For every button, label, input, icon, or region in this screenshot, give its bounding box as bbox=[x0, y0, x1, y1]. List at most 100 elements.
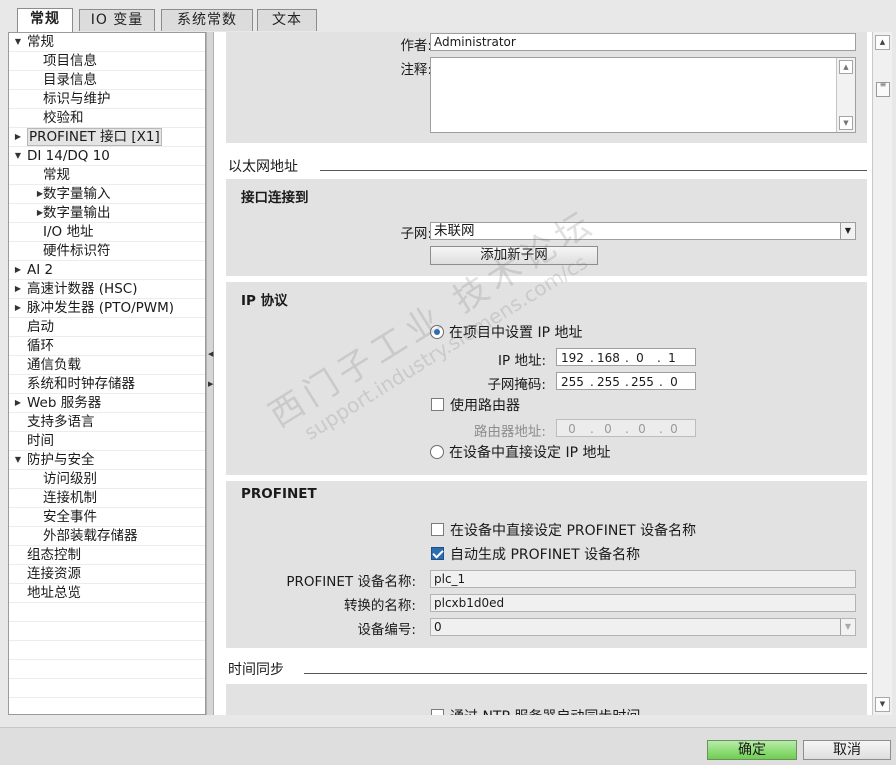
ntp-sync-checkbox[interactable] bbox=[431, 709, 444, 715]
tab-general[interactable]: 常规 bbox=[17, 8, 73, 32]
tree-item[interactable]: 常规 bbox=[9, 166, 205, 185]
chevron-down-icon[interactable]: ▼ bbox=[840, 619, 855, 635]
subnet-value: 未联网 bbox=[434, 223, 475, 239]
tree-item[interactable]: ▶ Web 服务器 bbox=[9, 394, 205, 413]
ip-octet-4: 1 bbox=[668, 351, 676, 365]
scroll-down-icon[interactable]: ▼ bbox=[839, 116, 853, 130]
author-label: 作者: bbox=[400, 38, 432, 54]
tree-item[interactable]: 循环 bbox=[9, 337, 205, 356]
author-field[interactable]: Administrator bbox=[430, 33, 856, 51]
tab-io-tags[interactable]: IO 变量 bbox=[79, 9, 155, 31]
tree-item[interactable]: 安全事件 bbox=[9, 508, 205, 527]
scroll-down-icon[interactable]: ▼ bbox=[875, 697, 890, 712]
time-sync-section-title: 时间同步 bbox=[228, 662, 284, 678]
set-name-on-device-checkbox[interactable] bbox=[431, 523, 444, 536]
scroll-up-icon[interactable]: ▲ bbox=[875, 35, 890, 50]
collapse-right-icon[interactable]: ▶ bbox=[208, 380, 213, 388]
device-name-value: plc_1 bbox=[434, 572, 466, 586]
tree-item[interactable]: 时间 bbox=[9, 432, 205, 451]
tree-item-label: 外部装载存储器 bbox=[43, 528, 138, 544]
tree-item[interactable]: 标识与维护 bbox=[9, 90, 205, 109]
tree-item[interactable]: 组态控制 bbox=[9, 546, 205, 565]
router-octet-4: 0 bbox=[670, 422, 678, 436]
set-ip-on-device-radio[interactable] bbox=[430, 445, 444, 459]
properties-panel: 作者: Administrator 注释: ▲ ▼ 以太网地址 接口连接到 子网… bbox=[214, 32, 872, 715]
tree-item[interactable]: ▼ DI 14/DQ 10 bbox=[9, 147, 205, 166]
tree-item[interactable]: 系统和时钟存储器 bbox=[9, 375, 205, 394]
tree-item[interactable]: 项目信息 bbox=[9, 52, 205, 71]
tree-item-label: AI 2 bbox=[27, 262, 54, 278]
subnet-dropdown[interactable]: 未联网 ▼ bbox=[430, 222, 856, 240]
scrollbar-thumb[interactable]: ≡ bbox=[876, 81, 890, 97]
tree-empty-row bbox=[9, 603, 205, 622]
device-number-dropdown[interactable]: 0 ▼ bbox=[430, 618, 856, 636]
tree-item-label: 校验和 bbox=[43, 110, 84, 126]
tree-item[interactable]: ▶ 脉冲发生器 (PTO/PWM) bbox=[9, 299, 205, 318]
main-scrollbar[interactable]: ▲ ≡ ▼ bbox=[872, 32, 892, 715]
ip-address-field[interactable]: 192 . 168 . 0 . 1 bbox=[556, 348, 696, 366]
tree-item-label: PROFINET 接口 [X1] bbox=[27, 128, 162, 146]
expand-right-icon[interactable]: ▶ bbox=[13, 261, 23, 279]
tree-item[interactable]: ▶ 高速计数器 (HSC) bbox=[9, 280, 205, 299]
tab-texts[interactable]: 文本 bbox=[257, 9, 317, 31]
scroll-up-icon[interactable]: ▲ bbox=[839, 60, 853, 74]
tree-item-label: 硬件标识符 bbox=[43, 243, 111, 259]
tree-item[interactable]: ▶ AI 2 bbox=[9, 261, 205, 280]
tree-empty-row bbox=[9, 641, 205, 660]
device-number-label: 设备编号: bbox=[357, 622, 416, 638]
tree-item[interactable]: 校验和 bbox=[9, 109, 205, 128]
pane-splitter[interactable]: ◀ ▶ bbox=[206, 32, 214, 715]
ok-button[interactable]: 确定 bbox=[707, 740, 797, 760]
expand-down-icon[interactable]: ▼ bbox=[13, 451, 23, 469]
tree-item[interactable]: ▶ 数字量输入 bbox=[9, 185, 205, 204]
interface-network-title: 接口连接到 bbox=[241, 190, 309, 206]
expand-down-icon[interactable]: ▼ bbox=[13, 33, 23, 51]
tree-item-label: 启动 bbox=[27, 319, 54, 335]
set-ip-on-device-label: 在设备中直接设定 IP 地址 bbox=[449, 445, 611, 461]
tree-item[interactable]: 外部装载存储器 bbox=[9, 527, 205, 546]
add-new-subnet-button[interactable]: 添加新子网 bbox=[430, 246, 598, 265]
tree-item[interactable]: 硬件标识符 bbox=[9, 242, 205, 261]
tree-item[interactable]: 通信负载 bbox=[9, 356, 205, 375]
cancel-button[interactable]: 取消 bbox=[803, 740, 891, 760]
tree-item[interactable]: 连接机制 bbox=[9, 489, 205, 508]
tree-item[interactable]: 连接资源 bbox=[9, 565, 205, 584]
ip-octet-2: 168 bbox=[597, 351, 620, 365]
set-name-on-device-label: 在设备中直接设定 PROFINET 设备名称 bbox=[450, 523, 697, 539]
converted-name-field[interactable]: plcxb1d0ed bbox=[430, 594, 856, 612]
tree-item[interactable]: 支持多语言 bbox=[9, 413, 205, 432]
expand-right-icon[interactable]: ▶ bbox=[13, 394, 23, 412]
tree-item[interactable]: 地址总览 bbox=[9, 584, 205, 603]
tab-system-constants[interactable]: 系统常数 bbox=[161, 9, 253, 31]
router-address-field[interactable]: 0 . 0 . 0 . 0 bbox=[556, 419, 696, 437]
tree-item[interactable]: I/O 地址 bbox=[9, 223, 205, 242]
set-ip-in-project-radio[interactable] bbox=[430, 325, 444, 339]
expand-right-icon[interactable]: ▶ bbox=[13, 280, 23, 298]
use-router-checkbox[interactable] bbox=[431, 398, 444, 411]
tree-item[interactable]: 启动 bbox=[9, 318, 205, 337]
comment-scrollbar[interactable]: ▲ ▼ bbox=[836, 58, 855, 132]
tree-item[interactable]: ▶ PROFINET 接口 [X1] bbox=[9, 128, 205, 147]
tree-item[interactable]: ▼ 防护与安全 bbox=[9, 451, 205, 470]
tree-item-label: 连接机制 bbox=[43, 490, 97, 506]
router-address-label: 路由器地址: bbox=[473, 424, 546, 440]
tree-item[interactable]: 目录信息 bbox=[9, 71, 205, 90]
comment-label: 注释: bbox=[400, 62, 432, 78]
expand-right-icon[interactable]: ▶ bbox=[13, 128, 23, 146]
device-name-field[interactable]: plc_1 bbox=[430, 570, 856, 588]
tree-item[interactable]: ▼ 常规 bbox=[9, 33, 205, 52]
ip-address-label: IP 地址: bbox=[498, 353, 546, 369]
comment-textarea[interactable]: ▲ ▼ bbox=[430, 57, 856, 133]
tree-item-label: 时间 bbox=[27, 433, 54, 449]
tree-item[interactable]: ▶ 数字量输出 bbox=[9, 204, 205, 223]
tree-item-label: 组态控制 bbox=[27, 547, 81, 563]
tree-item[interactable]: 访问级别 bbox=[9, 470, 205, 489]
expand-right-icon[interactable]: ▶ bbox=[13, 299, 23, 317]
collapse-left-icon[interactable]: ◀ bbox=[208, 350, 213, 358]
tree-empty-row bbox=[9, 660, 205, 679]
chevron-down-icon[interactable]: ▼ bbox=[840, 223, 855, 239]
expand-down-icon[interactable]: ▼ bbox=[13, 147, 23, 165]
converted-name-label: 转换的名称: bbox=[343, 598, 416, 614]
subnet-mask-field[interactable]: 255 . 255 . 255 . 0 bbox=[556, 372, 696, 390]
auto-generate-name-checkbox[interactable] bbox=[431, 547, 444, 560]
